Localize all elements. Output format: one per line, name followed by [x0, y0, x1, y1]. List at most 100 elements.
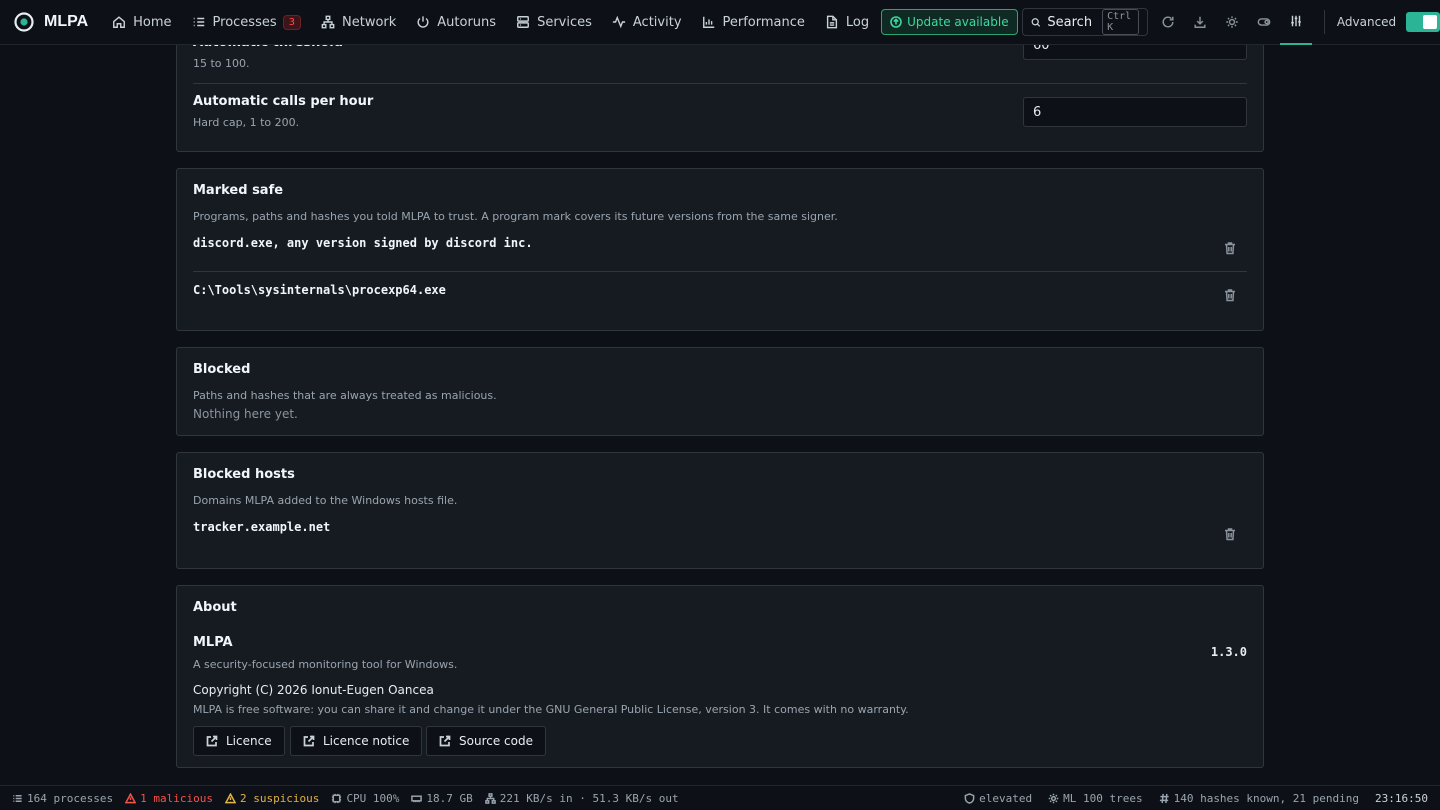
refresh-icon: [1162, 16, 1174, 28]
nav-autoruns[interactable]: Autoruns: [406, 0, 506, 45]
nav-performance-label: Performance: [722, 14, 805, 30]
blocked-host-item: tracker.example.net: [193, 520, 331, 534]
trash-icon: [1225, 242, 1235, 255]
processes-alert-badge: 3: [282, 14, 301, 30]
update-available-label: Update available: [907, 15, 1009, 29]
settings-button[interactable]: [1280, 0, 1312, 45]
blocked-card: Blocked Paths and hashes that are always…: [176, 347, 1264, 436]
external-link-icon: [303, 735, 315, 747]
network-icon: [484, 792, 496, 804]
advanced-label: Advanced: [1336, 15, 1397, 29]
status-suspicious[interactable]: 2 suspicious: [224, 791, 320, 805]
search-button[interactable]: Search Ctrl K: [1021, 8, 1149, 36]
nav-processes-label: Processes: [212, 14, 277, 30]
refresh-button[interactable]: [1152, 0, 1184, 45]
app-name: MLPA: [44, 13, 89, 30]
delete-blocked-host-button[interactable]: [1223, 527, 1237, 541]
nav-services[interactable]: Services: [506, 0, 602, 45]
status-processes-text: 164 processes: [27, 791, 114, 805]
source-code-button-label: Source code: [459, 734, 533, 748]
search-shortcut: Ctrl K: [1102, 9, 1140, 35]
status-network-text: 221 KB/s in · 51.3 KB/s out: [499, 791, 679, 805]
status-suspicious-text: 2 suspicious: [239, 791, 320, 805]
delete-marked-safe-item-button[interactable]: [1223, 241, 1237, 255]
external-link-icon: [439, 735, 451, 747]
status-processes[interactable]: 164 processes: [12, 792, 113, 805]
gear-icon: [1048, 793, 1059, 803]
status-memory: 18.7 GB: [411, 792, 473, 805]
blocked-hosts-desc: Domains MLPA added to the Windows hosts …: [193, 494, 458, 507]
blocked-hosts-title: Blocked hosts: [193, 467, 295, 482]
bar-chart-icon: [702, 16, 714, 28]
status-clock: 23:16:50: [1375, 791, 1428, 805]
sliders-icon: [1291, 15, 1301, 27]
delete-marked-safe-item-button[interactable]: [1223, 288, 1237, 302]
update-available-button[interactable]: Update available: [881, 9, 1018, 35]
marked-safe-title: Marked safe: [193, 183, 284, 198]
external-link-icon: [206, 735, 218, 747]
nav-activity[interactable]: Activity: [602, 0, 692, 45]
toggle-icon: [1257, 18, 1271, 26]
blocked-desc: Paths and hashes that are always treated…: [193, 389, 497, 402]
toggle-view-button[interactable]: [1248, 0, 1280, 45]
nav-services-label: Services: [537, 14, 592, 30]
network-icon: [321, 15, 335, 29]
sun-icon: [1226, 16, 1238, 28]
status-bar: 164 processes 1 malicious 2 suspicious C…: [0, 785, 1440, 810]
marked-safe-divider: [193, 271, 1247, 272]
blocked-title: Blocked: [193, 362, 251, 377]
status-malicious-text: 1 malicious: [140, 791, 213, 805]
setting-divider: [193, 83, 1247, 84]
shield-icon: [964, 792, 975, 804]
about-app-name: MLPA: [193, 635, 233, 650]
licence-notice-button[interactable]: Licence notice: [290, 726, 423, 756]
about-license-text: MLPA is free software: you can share it …: [193, 703, 909, 716]
status-ml-text: ML 100 trees: [1063, 791, 1143, 805]
licence-button[interactable]: Licence: [193, 726, 285, 756]
source-code-button[interactable]: Source code: [426, 726, 546, 756]
search-icon: [1031, 17, 1040, 27]
home-icon: [113, 16, 126, 28]
top-bar: MLPA Home Processes 3 Network Autoruns S…: [0, 0, 1440, 45]
trash-icon: [1225, 528, 1235, 541]
about-title: About: [193, 600, 237, 615]
status-malicious[interactable]: 1 malicious: [125, 792, 213, 805]
nav-performance[interactable]: Performance: [692, 0, 815, 45]
status-hashes-text: 140 hashes known, 21 pending: [1173, 791, 1360, 805]
server-icon: [517, 16, 530, 28]
nav-home-label: Home: [133, 14, 172, 30]
nav-home[interactable]: Home: [102, 0, 181, 45]
nav-log[interactable]: Log: [815, 0, 879, 45]
nav-network-label: Network: [342, 14, 397, 30]
about-version: 1.3.0: [1210, 645, 1247, 659]
brand[interactable]: MLPA: [14, 12, 88, 32]
hash-icon: [1159, 793, 1169, 803]
nav-processes[interactable]: Processes 3: [182, 0, 311, 45]
advanced-toggle-knob: [1422, 15, 1437, 29]
power-icon: [417, 16, 429, 28]
licence-notice-button-label: Licence notice: [323, 734, 410, 748]
status-elevated-text: elevated: [979, 791, 1033, 805]
file-icon: [826, 15, 837, 29]
calls-per-hour-input[interactable]: [1023, 97, 1247, 127]
list-icon: [13, 794, 22, 802]
status-elevated: elevated: [964, 792, 1032, 805]
download-icon: [1194, 16, 1206, 28]
marked-safe-item: C:\Tools\sysinternals\procexp64.exe: [193, 283, 446, 297]
header-divider: [1323, 10, 1325, 34]
status-cpu: CPU 100%: [331, 792, 399, 805]
status-network: 221 KB/s in · 51.3 KB/s out: [484, 791, 679, 805]
status-ml: ML 100 trees: [1048, 791, 1143, 805]
download-button[interactable]: [1184, 0, 1216, 45]
trash-icon: [1225, 289, 1235, 302]
memory-icon: [411, 794, 423, 802]
advanced-toggle[interactable]: [1406, 12, 1440, 32]
warning-icon: [125, 792, 137, 803]
cpu-icon: [332, 793, 342, 803]
status-cpu-text: CPU 100%: [346, 791, 400, 805]
marked-safe-card: Marked safe Programs, paths and hashes y…: [176, 168, 1264, 331]
theme-button[interactable]: [1216, 0, 1248, 45]
about-copyright: Copyright (C) 2026 Ionut-Eugen Oancea: [193, 683, 434, 697]
nav-network[interactable]: Network: [311, 0, 406, 45]
nav-log-label: Log: [845, 14, 870, 30]
